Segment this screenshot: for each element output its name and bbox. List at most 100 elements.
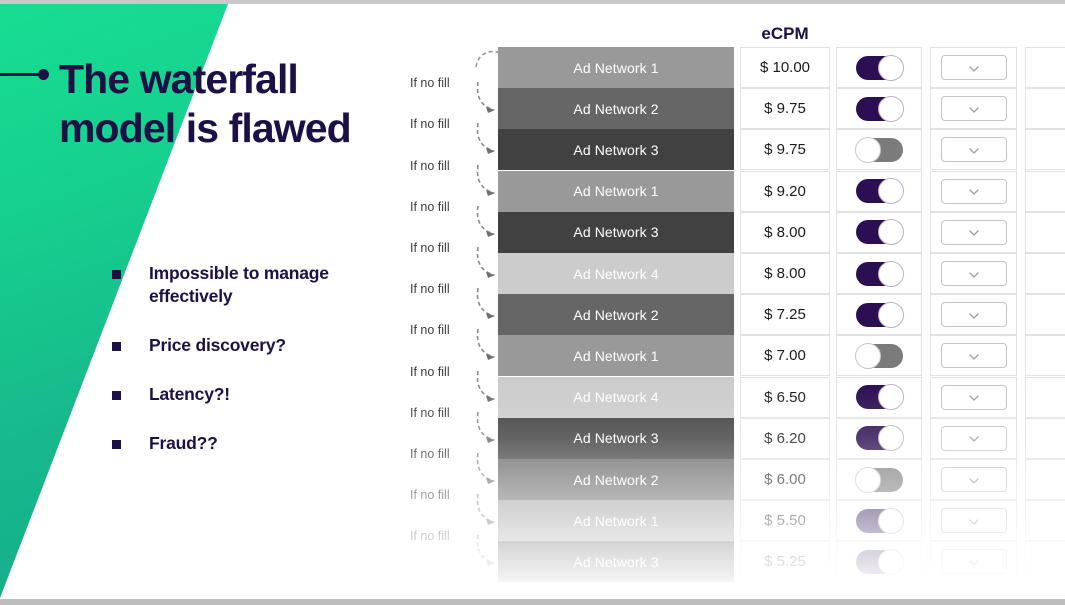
network-option-dropdown[interactable]	[940, 508, 1007, 534]
network-enabled-toggle[interactable]	[855, 260, 904, 287]
network-option-dropdown[interactable]	[940, 302, 1007, 328]
network-enabled-toggle[interactable]	[855, 54, 904, 81]
network-option-dropdown[interactable]	[940, 384, 1007, 410]
network-enabled-toggle[interactable]	[855, 219, 904, 246]
ecpm-price-cell: $ 5.50	[740, 500, 830, 542]
network-enabled-toggle[interactable]	[855, 548, 904, 575]
network-option-dropdown[interactable]	[940, 549, 1007, 575]
toggle-knob	[877, 301, 904, 328]
network-enabled-toggle[interactable]	[854, 342, 903, 369]
network-option-dropdown[interactable]	[940, 137, 1007, 163]
network-enabled-toggle[interactable]	[855, 507, 904, 534]
overflow-column-cell	[1025, 88, 1065, 130]
chevron-down-icon	[968, 354, 979, 360]
ad-network-bar[interactable]: Ad Network 3	[498, 541, 734, 583]
if-no-fill-label: If no fill	[410, 447, 450, 461]
network-option-cell	[930, 376, 1017, 418]
network-enabled-cell	[836, 253, 922, 294]
network-enabled-cell	[836, 47, 922, 88]
ecpm-price-cell: $ 6.20	[740, 417, 830, 459]
bullet-item-label: Impossible to manage effectively	[149, 263, 329, 306]
network-enabled-toggle[interactable]	[855, 301, 904, 328]
ad-network-label: Ad Network 4	[573, 265, 659, 282]
toggle-knob	[877, 95, 904, 122]
chevron-down-icon	[968, 271, 979, 278]
if-no-fill-label: If no fill	[410, 488, 450, 503]
network-enabled-toggle[interactable]	[855, 384, 904, 411]
ad-network-bar[interactable]: Ad Network 3	[498, 129, 734, 171]
toggle-knob	[877, 384, 904, 411]
ad-network-label: Ad Network 2	[573, 306, 659, 323]
overflow-column-cell	[1025, 211, 1065, 253]
ecpm-column-header: eCPM	[761, 24, 809, 43]
network-option-cell	[930, 88, 1017, 130]
network-option-dropdown[interactable]	[940, 467, 1007, 492]
ad-network-bar[interactable]: Ad Network 2	[498, 459, 734, 500]
ecpm-price-cell: $ 7.00	[740, 335, 830, 377]
chevron-down-icon	[968, 395, 979, 402]
network-option-dropdown[interactable]	[940, 219, 1007, 245]
ecpm-price-cell: $ 7.25	[740, 294, 830, 336]
chevron-down-icon	[968, 107, 979, 113]
overflow-column-cell	[1025, 253, 1065, 294]
toggle-knob	[854, 136, 881, 163]
overflow-column-cell	[1025, 335, 1065, 377]
ad-network-bar[interactable]: Ad Network 2	[498, 294, 734, 336]
network-option-dropdown[interactable]	[940, 178, 1007, 204]
network-enabled-cell	[836, 459, 922, 500]
if-no-fill-label: If no fill	[410, 282, 450, 297]
waterfall-table: Ad Network 1 $ 10.00 If no fill Ad Network …	[400, 47, 1065, 598]
if-no-fill-label: If no fill	[410, 405, 450, 420]
network-option-dropdown[interactable]	[940, 96, 1007, 122]
network-enabled-cell	[836, 211, 922, 253]
ad-network-label: Ad Network 1	[573, 347, 659, 364]
ecpm-price-value: $ 8.00	[764, 223, 806, 241]
ad-network-bar[interactable]: Ad Network 1	[498, 47, 734, 88]
network-enabled-toggle[interactable]	[854, 466, 903, 493]
bullet-item: Latency?!	[112, 383, 397, 406]
ad-network-bar[interactable]: Ad Network 2	[498, 88, 734, 130]
network-option-dropdown[interactable]	[940, 343, 1007, 369]
network-enabled-toggle[interactable]	[855, 425, 904, 452]
chevron-down-icon	[968, 560, 979, 566]
ecpm-price-value: $ 7.00	[764, 347, 806, 365]
ad-network-label: Ad Network 4	[573, 389, 659, 406]
network-enabled-toggle[interactable]	[855, 95, 904, 122]
bullet-item-label: Fraud??	[149, 433, 218, 453]
ecpm-price-value: $ 6.00	[764, 471, 806, 488]
ecpm-price-cell: $ 6.50	[740, 376, 830, 418]
network-enabled-cell	[836, 541, 922, 583]
chevron-down-icon	[968, 313, 979, 319]
ad-network-bar[interactable]: Ad Network 3	[498, 211, 734, 253]
network-enabled-toggle[interactable]	[855, 178, 904, 205]
ecpm-price-value: $ 6.20	[764, 429, 806, 447]
ad-network-bar[interactable]: Ad Network 1	[498, 170, 734, 212]
bullet-item: Fraud??	[112, 432, 397, 455]
network-option-dropdown[interactable]	[940, 261, 1007, 286]
slide-body: The waterfall model is flawed Impossible…	[0, 4, 1065, 598]
ecpm-price-value: $ 8.00	[764, 265, 806, 282]
ad-network-bar[interactable]: Ad Network 3	[498, 417, 734, 459]
if-no-fill-label: If no fill	[410, 199, 450, 214]
ecpm-price-value: $ 5.25	[764, 553, 806, 571]
viewer-top-band	[0, 0, 1065, 4]
network-option-dropdown[interactable]	[940, 55, 1007, 80]
toggle-knob	[877, 219, 904, 246]
ecpm-price-value: $ 9.75	[764, 141, 806, 159]
ecpm-price-cell: $ 5.25	[740, 541, 830, 583]
ecpm-price-value: $ 9.20	[764, 182, 806, 200]
ad-network-bar[interactable]: Ad Network 4	[498, 253, 734, 294]
ad-network-bar[interactable]: Ad Network 4	[498, 376, 734, 418]
network-option-cell	[930, 47, 1017, 88]
page-title-line-2: model is flawed	[59, 105, 352, 151]
ad-network-bar[interactable]: Ad Network 1	[498, 335, 734, 377]
network-enabled-toggle[interactable]	[854, 136, 903, 163]
if-no-fill-label: If no fill	[410, 323, 450, 338]
network-enabled-cell	[836, 170, 922, 212]
bullet-item: Price discovery?	[112, 334, 397, 357]
chevron-down-icon	[968, 148, 979, 154]
overflow-column-cell	[1025, 541, 1065, 583]
ad-network-bar[interactable]: Ad Network 1	[498, 500, 734, 542]
ad-network-label: Ad Network 2	[573, 471, 659, 488]
network-option-dropdown[interactable]	[940, 425, 1007, 451]
